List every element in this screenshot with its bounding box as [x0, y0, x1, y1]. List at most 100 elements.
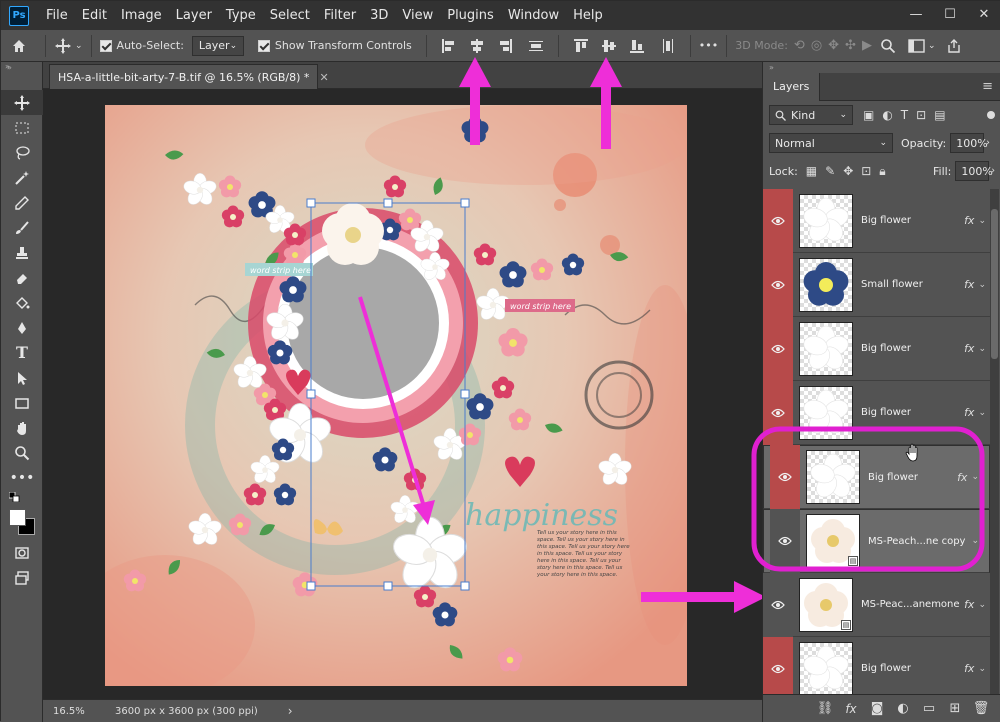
color-swatches-icon[interactable]	[1, 504, 43, 540]
share-icon[interactable]	[946, 30, 962, 62]
more-options-button[interactable]: •••	[699, 30, 718, 62]
distribute-horizontal-icon[interactable]	[659, 37, 677, 55]
magic-wand-tool-icon[interactable]	[1, 165, 43, 190]
chevron-down-icon[interactable]: ⌄	[971, 472, 979, 482]
auto-select-dropdown[interactable]: Layer ⌄	[191, 35, 244, 56]
visibility-eye-icon[interactable]	[763, 252, 793, 317]
default-colors-icon[interactable]	[1, 490, 43, 504]
menu-plugins[interactable]: Plugins	[440, 1, 501, 30]
search-icon[interactable]	[880, 30, 896, 62]
menu-window[interactable]: Window	[501, 1, 566, 30]
layers-scrollbar[interactable]	[990, 189, 999, 694]
layer-row[interactable]: Big flower fx ⌄	[763, 316, 990, 381]
filter-toggle-icon[interactable]	[987, 111, 995, 119]
align-bottom-edges-icon[interactable]	[628, 37, 646, 55]
home-icon[interactable]	[1, 30, 37, 62]
layer-fx-icon[interactable]: fx	[964, 406, 974, 419]
eyedropper-tool-icon[interactable]	[1, 190, 43, 215]
visibility-eye-icon[interactable]	[763, 189, 793, 253]
close-tab-icon[interactable]: ✕	[319, 71, 328, 84]
menu-filter[interactable]: Filter	[317, 1, 363, 30]
menu-edit[interactable]: Edit	[75, 1, 114, 30]
collapse-panel-icon[interactable]: »	[7, 63, 12, 72]
lasso-tool-icon[interactable]	[1, 140, 43, 165]
more-tools-icon[interactable]: •••	[1, 465, 43, 490]
align-vertical-centers-icon[interactable]	[600, 37, 618, 55]
chevron-down-icon[interactable]: ⌄	[978, 408, 986, 418]
opacity-field[interactable]: 100%	[950, 133, 988, 153]
layer-fx-icon[interactable]: fx	[957, 471, 967, 484]
menu-view[interactable]: View	[395, 1, 440, 30]
close-window-button[interactable]: ✕	[967, 1, 1000, 27]
minimize-button[interactable]: —	[899, 1, 933, 27]
maximize-button[interactable]: ☐	[933, 1, 967, 27]
layer-row[interactable]: Small flower fx ⌄	[763, 252, 990, 317]
rectangle-tool-icon[interactable]	[1, 390, 43, 415]
workspace-icon[interactable]: ⌄	[908, 30, 936, 62]
link-layers-icon[interactable]: ⛓	[812, 701, 838, 716]
menu-type[interactable]: Type	[219, 1, 263, 30]
canvas-pasteboard[interactable]: word strip here word strip here happines…	[43, 89, 762, 699]
add-mask-icon[interactable]: ◙	[864, 701, 890, 716]
layer-fx-icon[interactable]: fx	[964, 278, 974, 291]
filter-type-icons[interactable]: ▣◐T⊡▤	[863, 108, 954, 122]
distribute-vertical-icon[interactable]	[527, 37, 545, 55]
fx-icon[interactable]: fx	[838, 702, 864, 716]
type-tool-icon[interactable]: T	[1, 340, 43, 365]
move-tool-preset-icon[interactable]: ⌄	[54, 30, 83, 62]
chevron-down-icon[interactable]: ⌄	[971, 536, 979, 546]
visibility-eye-icon[interactable]	[763, 380, 793, 445]
align-horizontal-centers-icon[interactable]	[468, 37, 486, 55]
visibility-eye-icon[interactable]	[763, 316, 793, 381]
layer-fx-icon[interactable]: fx	[964, 598, 974, 611]
fill-field[interactable]: 100%	[955, 161, 993, 181]
move-tool-icon[interactable]	[1, 90, 43, 115]
transform-box[interactable]	[105, 105, 687, 686]
show-transform-checkbox[interactable]: Show Transform Controls	[257, 30, 412, 62]
panel-menu-icon[interactable]: ≡	[982, 79, 993, 94]
layer-row[interactable]: Big flower fx ⌄	[763, 189, 990, 253]
visibility-eye-icon[interactable]	[763, 572, 793, 637]
layer-row[interactable]: Big flower fx ⌄	[763, 380, 990, 445]
filter-kind-dropdown[interactable]: Kind ⌄	[769, 105, 853, 125]
stamp-tool-icon[interactable]	[1, 240, 43, 265]
document-tab[interactable]: HSA-a-little-bit-arty-7-B.tif @ 16.5% (R…	[49, 64, 329, 89]
eraser-tool-icon[interactable]	[1, 265, 43, 290]
layers-tab[interactable]: Layers	[763, 72, 821, 101]
document-canvas[interactable]: word strip here word strip here happines…	[105, 105, 687, 686]
menu-help[interactable]: Help	[566, 1, 610, 30]
collapse-panel-dock-icon[interactable]: »	[763, 62, 1000, 73]
new-group-icon[interactable]: ▭	[916, 701, 942, 716]
menu-image[interactable]: Image	[114, 1, 169, 30]
fill-chevron-icon[interactable]: ›	[991, 166, 995, 176]
visibility-eye-icon[interactable]	[770, 445, 800, 509]
visibility-eye-icon[interactable]	[763, 636, 793, 694]
paint-bucket-tool-icon[interactable]	[1, 290, 43, 315]
layer-row[interactable]: Big flower fx ⌄	[763, 636, 990, 694]
new-layer-icon[interactable]: ⊞	[942, 701, 968, 716]
chevron-down-icon[interactable]: ⌄	[978, 600, 986, 610]
adjustment-layer-icon[interactable]: ◐	[890, 701, 916, 716]
brush-tool-icon[interactable]	[1, 215, 43, 240]
photoshop-logo-icon[interactable]: Ps	[9, 5, 29, 26]
marquee-tool-icon[interactable]	[1, 115, 43, 140]
path-selection-tool-icon[interactable]	[1, 365, 43, 390]
menu-select[interactable]: Select	[263, 1, 317, 30]
zoom-level[interactable]: 16.5%	[43, 706, 93, 717]
menu-3d[interactable]: 3D	[363, 1, 395, 30]
zoom-tool-icon[interactable]	[1, 440, 43, 465]
chevron-down-icon[interactable]: ⌄	[978, 280, 986, 290]
blend-mode-dropdown[interactable]: Normal ⌄	[769, 133, 893, 153]
align-left-edges-icon[interactable]	[440, 37, 458, 55]
menu-file[interactable]: File	[39, 1, 75, 30]
layer-fx-icon[interactable]: fx	[964, 342, 974, 355]
lock-icons[interactable]: ▦✎✥⊡🔒︎	[806, 164, 894, 179]
chevron-down-icon[interactable]: ⌄	[978, 344, 986, 354]
status-menu-arrow[interactable]: ›	[288, 704, 293, 718]
visibility-eye-icon[interactable]	[770, 509, 800, 573]
scrollbar-thumb[interactable]	[991, 209, 998, 359]
hand-tool-icon[interactable]	[1, 415, 43, 440]
delete-layer-icon[interactable]: 🗑︎	[968, 701, 994, 716]
auto-select-checkbox[interactable]: Auto-Select:	[99, 30, 184, 62]
align-right-edges-icon[interactable]	[496, 37, 514, 55]
